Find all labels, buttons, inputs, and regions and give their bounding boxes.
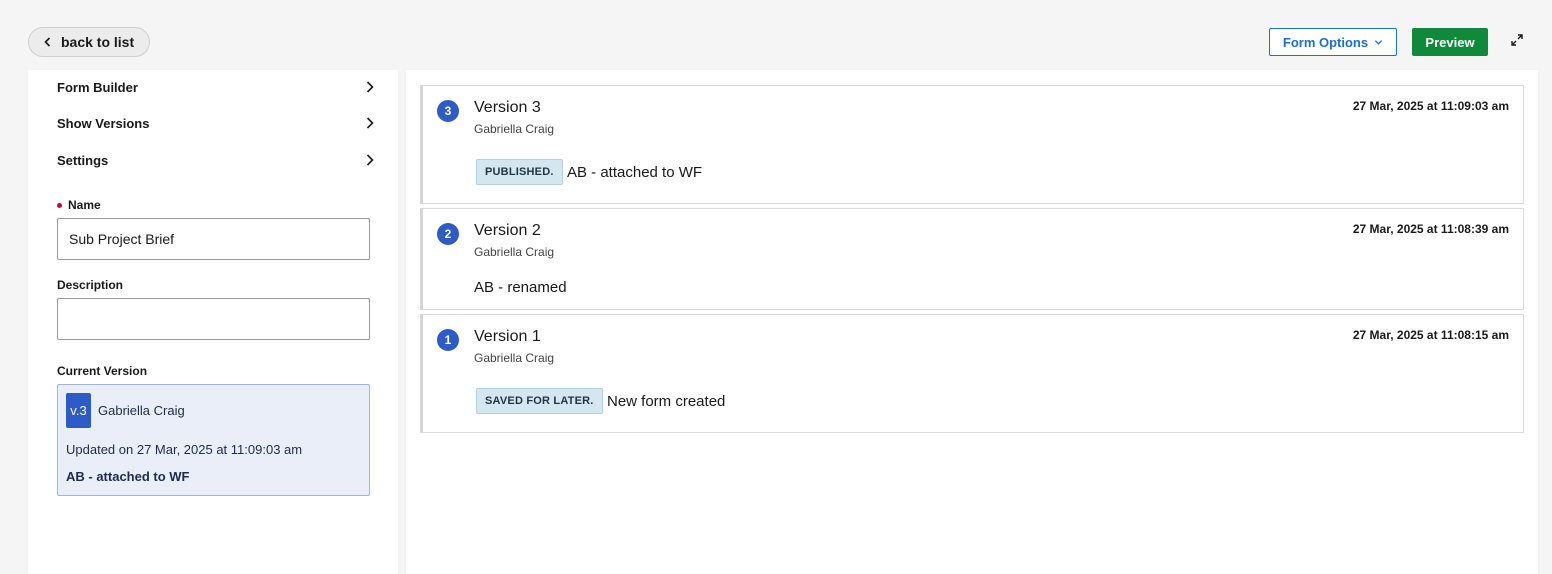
version-date: 27 Mar, 2025 at 11:09:03 am <box>1352 99 1509 113</box>
name-label: Name <box>57 198 101 212</box>
version-date: 27 Mar, 2025 at 11:08:39 am <box>1352 222 1509 236</box>
chevron-right-icon <box>366 81 374 93</box>
current-version-updated: Updated on 27 Mar, 2025 at 11:09:03 am <box>66 442 303 457</box>
version-title: Version 1 <box>474 328 541 345</box>
version-number: 3 <box>437 100 459 122</box>
version-comment: AB - renamed <box>474 279 567 296</box>
current-version-author: Gabriella Craig <box>98 403 185 418</box>
current-version-comment: AB - attached to WF <box>66 469 190 484</box>
name-input[interactable] <box>57 218 370 260</box>
nav-item-form-builder[interactable]: Form Builder <box>57 75 375 99</box>
version-number: 1 <box>437 329 459 351</box>
expand-icon[interactable] <box>1508 31 1526 49</box>
version-title: Version 2 <box>474 222 541 239</box>
versions-panel: 3 Version 3 Gabriella Craig 27 Mar, 2025… <box>406 70 1538 574</box>
chevron-right-icon <box>366 154 374 166</box>
chevron-right-icon <box>366 117 374 129</box>
status-badge: SAVED FOR LATER. <box>476 388 603 414</box>
version-badge: v.3 <box>66 393 91 428</box>
nav-item-label: Show Versions <box>57 115 150 131</box>
name-label-text: Name <box>68 198 101 212</box>
nav-item-show-versions[interactable]: Show Versions <box>57 111 375 135</box>
version-row-2[interactable]: 2 Version 2 Gabriella Craig 27 Mar, 2025… <box>420 208 1524 310</box>
nav-item-settings[interactable]: Settings <box>57 148 375 172</box>
version-date: 27 Mar, 2025 at 11:08:15 am <box>1352 328 1509 342</box>
required-indicator <box>57 202 62 208</box>
version-author: Gabriella Craig <box>474 351 555 365</box>
form-options-label: Form Options <box>1282 34 1369 50</box>
current-version-label: Current Version <box>57 364 147 378</box>
version-author: Gabriella Craig <box>474 122 555 136</box>
description-label: Description <box>57 278 123 292</box>
version-number: 2 <box>437 223 459 245</box>
chevron-left-icon <box>44 37 51 47</box>
back-to-list-button[interactable]: back to list <box>28 27 150 57</box>
chevron-down-icon <box>1374 39 1383 45</box>
back-to-list-label: back to list <box>61 34 135 50</box>
preview-button[interactable]: Preview <box>1412 28 1488 56</box>
version-row-1[interactable]: 1 Version 1 Gabriella Craig 27 Mar, 2025… <box>420 314 1524 433</box>
form-options-dropdown[interactable]: Form Options <box>1269 28 1397 56</box>
current-version-label-text: Current Version <box>57 364 148 378</box>
version-author: Gabriella Craig <box>474 245 555 259</box>
current-version-card: v.3 Gabriella Craig Updated on 27 Mar, 2… <box>57 384 370 496</box>
version-comment: New form created <box>607 393 726 410</box>
description-label-text: Description <box>57 278 124 292</box>
nav-item-label: Settings <box>57 152 109 168</box>
version-row-3[interactable]: 3 Version 3 Gabriella Craig 27 Mar, 2025… <box>420 85 1524 204</box>
nav-item-label: Form Builder <box>57 79 138 95</box>
left-panel: Form Builder Show Versions Settings Name… <box>28 70 398 574</box>
version-title: Version 3 <box>474 99 541 116</box>
version-comment: AB - attached to WF <box>567 164 703 181</box>
description-input[interactable] <box>57 298 370 340</box>
page: back to list Form Options Preview Form B… <box>0 0 1552 574</box>
status-badge: PUBLISHED. <box>476 159 563 185</box>
